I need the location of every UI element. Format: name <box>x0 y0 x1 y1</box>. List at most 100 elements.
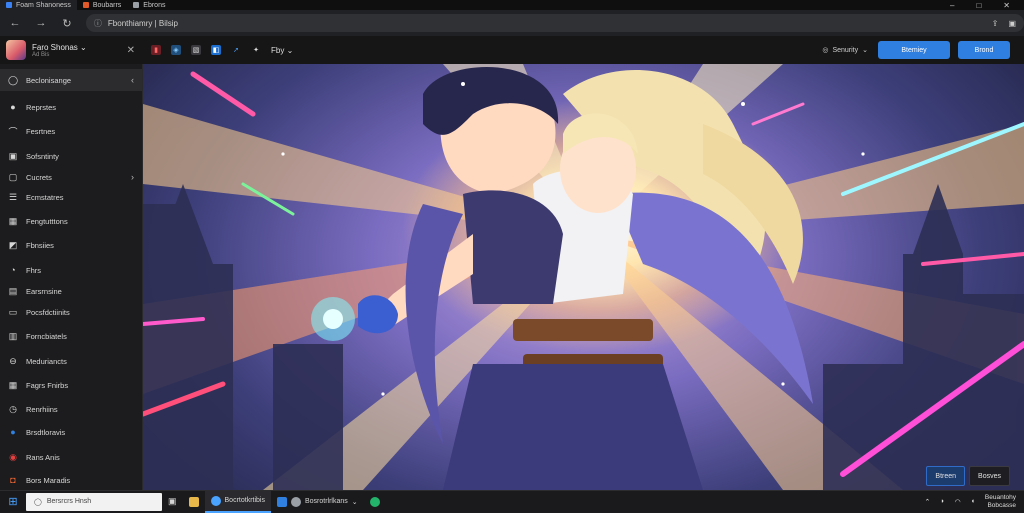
shield-icon[interactable]: ◈ <box>171 45 181 55</box>
sidebar-item[interactable]: ▢ Cucrets › <box>0 166 142 188</box>
sidebar-item[interactable]: ⊖ Meduriancts <box>0 350 142 372</box>
anime-artwork-image <box>143 64 1024 490</box>
app-window-icon <box>276 496 287 507</box>
user-name: Faro Shonas ⌄ <box>32 42 87 52</box>
browser-tab-2[interactable]: Boubarrs <box>77 0 127 10</box>
sidebar-item[interactable]: ● Reprstes <box>0 96 142 118</box>
site-info-icon[interactable]: ⓘ <box>94 18 102 29</box>
wifi-icon[interactable]: ◠ <box>955 498 961 506</box>
security-dropdown[interactable]: ◎ Senurity ⌄ <box>822 46 868 55</box>
network-icon[interactable]: ◗ <box>940 498 944 505</box>
shield-outline-icon: ◎ <box>822 47 829 54</box>
pin-icon[interactable]: ✦ <box>251 45 261 55</box>
secondary-action-button[interactable]: Brond <box>958 41 1010 59</box>
task-view-icon[interactable]: ▣ <box>162 491 183 513</box>
sidebar-item[interactable]: ◯ Beclonisange ‹ <box>0 69 142 91</box>
tab-label: Boubarrs <box>92 1 122 9</box>
sidebar-item[interactable]: ◷ Renrhiins <box>0 398 142 420</box>
sidebar-item-label: Rans Anis <box>26 452 60 462</box>
bookmark-icon[interactable]: ▮ <box>151 45 161 55</box>
extension-icon[interactable]: ▣ <box>1008 19 1016 28</box>
url-text: Fbonthiamry | Bilsip <box>107 18 179 28</box>
taskbar-app-3[interactable] <box>364 491 386 513</box>
sidebar-item-label: Fhrs <box>26 265 41 275</box>
clock-icon: ◷ <box>9 403 17 414</box>
minimize-icon[interactable]: – <box>950 1 954 10</box>
sidebar-item-label: Ecmstatres <box>26 192 64 202</box>
close-panel-icon[interactable]: ✕ <box>127 45 135 56</box>
sidebar-item-label: Fengtutttons <box>26 216 68 226</box>
sidebar-item[interactable]: ● Brsdtloravis <box>0 421 142 443</box>
doc-icon: ▥ <box>8 330 18 341</box>
close-icon[interactable]: ✕ <box>1003 1 1010 10</box>
sidebar-item[interactable]: ◉ Rans Anis <box>0 446 142 468</box>
sidebar-item[interactable]: ▥ Forncbiatels <box>0 325 142 347</box>
cloud-icon: ● <box>10 427 16 437</box>
sidebar-item-label: Cucrets <box>26 172 52 182</box>
translate-icon[interactable]: ◧ <box>211 45 221 55</box>
sidebar-item-label: Beclonisange <box>26 75 72 85</box>
window-controls: – □ ✕ <box>950 1 1024 10</box>
alert-icon: ◉ <box>9 451 17 462</box>
chevron-icon[interactable]: ‹ <box>131 75 134 85</box>
chevron-icon[interactable]: › <box>131 172 134 182</box>
chevron-up-icon[interactable]: ⌃ <box>924 498 930 506</box>
taskbar-app-2[interactable]: Bosrotrlrlkans ⌄ <box>271 491 364 513</box>
sidebar-item[interactable]: ▤ Earsrnsine <box>0 280 142 302</box>
sidebar-item[interactable]: ◘ Bors Maradis <box>0 469 142 491</box>
sidebar-item[interactable]: ▣ Sofsntinty <box>0 145 142 167</box>
layers-icon: ▢ <box>8 171 18 182</box>
url-field[interactable]: ⓘ Fbonthiamry | Bilsip ⇪ ▣ <box>85 14 1024 32</box>
sidebar-item-label: Brsdtloravis <box>26 427 66 437</box>
chevron-down-icon: ⌄ <box>80 42 87 52</box>
sidebar-item[interactable]: ☰ Ecmstatres <box>0 186 142 208</box>
browser-app-icon <box>210 495 221 506</box>
reload-icon[interactable]: ↻ <box>60 16 74 30</box>
browser-tab-3[interactable]: Ebrons <box>127 0 171 10</box>
toolbar-menu-label[interactable]: Fby ⌄ <box>271 46 293 55</box>
taskbar-app-1[interactable]: Bocrtotkrtibis <box>204 490 271 513</box>
sidebar-item-label: Bors Maradis <box>26 475 71 485</box>
sidebar-item[interactable]: ▭ Pocsfdctiinits <box>0 301 142 323</box>
tab-favicon-icon <box>133 2 140 8</box>
artwork-canvas[interactable]: Btreen Bosves <box>143 64 1024 490</box>
folder-icon: ◩ <box>8 239 18 250</box>
taskbar-search-input[interactable]: ◯ Bersrcrs Hnsh <box>26 492 162 511</box>
sidebar-item-label: Forncbiatels <box>26 331 67 341</box>
chevron-down-icon: ⌄ <box>351 498 358 506</box>
overlay-primary-button[interactable]: Btreen <box>926 466 966 486</box>
maximize-icon[interactable]: □ <box>976 1 981 10</box>
sidebar-item-label: Fagrs Fnirbs <box>26 380 69 390</box>
sidebar-item[interactable]: ⌒ Fesrtnes <box>0 120 142 142</box>
browser-tab-1[interactable]: Foam Shanoness <box>0 0 77 10</box>
volume-icon[interactable]: ◖ <box>971 498 975 505</box>
image-tool-icon[interactable]: ▧ <box>191 45 201 55</box>
start-windows-icon[interactable]: ⊞ <box>0 495 26 508</box>
sidebar-item[interactable]: ◩ Fbnsiies <box>0 234 142 256</box>
sidebar-item[interactable]: ◔ Fhrs <box>0 259 142 281</box>
calendar-icon: ▦ <box>8 379 18 390</box>
share-icon[interactable]: ⇪ <box>992 19 999 28</box>
tab-label: Foam Shanoness <box>16 1 71 9</box>
sidebar-item-label: Renrhiins <box>26 404 58 414</box>
primary-action-button[interactable]: Btemiey <box>878 41 950 59</box>
file-explorer-icon[interactable] <box>183 491 205 513</box>
image-icon: ▣ <box>8 150 18 161</box>
tab-favicon-icon <box>82 2 89 8</box>
tab-favicon-icon <box>6 2 12 8</box>
browser-tab-strip: Foam Shanoness Boubarrs Ebrons – □ ✕ <box>0 0 1024 10</box>
clip-icon: ⌒ <box>8 126 18 137</box>
sidebar-item-label: Meduriancts <box>26 356 67 366</box>
sidebar-item[interactable]: ▦ Fengtutttons <box>0 210 142 232</box>
address-bar-row: ← → ↻ ⓘ Fbonthiamry | Bilsip ⇪ ▣ <box>0 10 1024 36</box>
back-arrow-icon[interactable]: ← <box>8 16 22 30</box>
overlay-secondary-button[interactable]: Bosves <box>969 466 1010 486</box>
avatar <box>6 40 26 60</box>
clock[interactable]: Beuantohy Bobcasse <box>985 494 1016 510</box>
sidebar-item[interactable]: ▦ Fagrs Fnirbs <box>0 374 142 396</box>
user-subtitle: Ad Bis <box>32 51 50 58</box>
share-arrow-icon[interactable]: ➚ <box>231 45 241 55</box>
user-block[interactable]: Faro Shonas ⌄ Ad Bis ✕ <box>0 40 143 60</box>
forward-arrow-icon[interactable]: → <box>34 16 48 30</box>
app-header: Faro Shonas ⌄ Ad Bis ✕ ▮ ◈ ▧ ◧ ➚ ✦ Fby ⌄… <box>0 36 1024 64</box>
